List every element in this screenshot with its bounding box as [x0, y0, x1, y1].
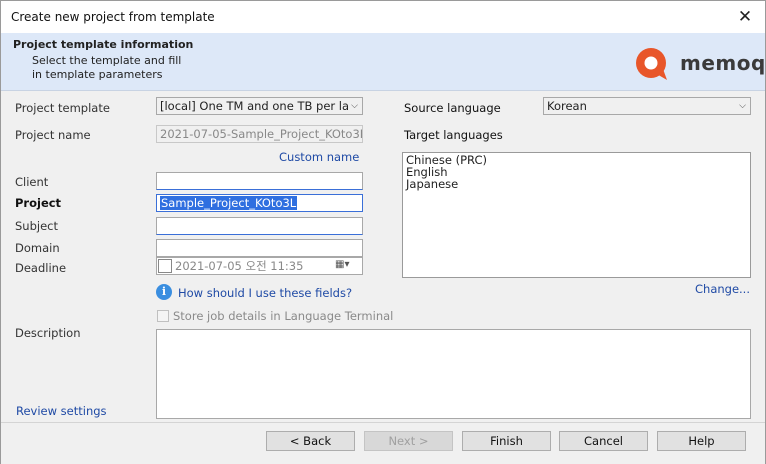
project-label: Project [15, 196, 62, 210]
header-subtitle: Select the template and fill in template… [32, 54, 232, 82]
target-languages-list[interactable]: Chinese (PRC) English Japanese [402, 152, 751, 278]
subject-label: Subject [15, 219, 58, 233]
client-field[interactable] [156, 172, 363, 190]
cancel-button[interactable]: Cancel [559, 431, 648, 451]
description-textarea[interactable] [156, 329, 751, 419]
deadline-field[interactable]: 2021-07-05 오전 11:35 [156, 257, 363, 275]
project-template-select[interactable]: [local] One TM and one TB per la ⌵ [156, 97, 363, 115]
change-languages-link[interactable]: Change... [695, 282, 750, 296]
chevron-down-icon: ⌵ [351, 101, 358, 111]
target-languages-label: Target languages [404, 128, 503, 142]
project-field-value: Sample_Project_KOto3L [160, 196, 298, 210]
header-subtitle-line2: in template parameters [32, 68, 163, 81]
client-label: Client [15, 175, 49, 189]
source-language-select[interactable]: Korean ⌵ [543, 97, 751, 115]
deadline-value: 2021-07-05 오전 11:35 [175, 259, 304, 273]
project-field[interactable]: Sample_Project_KOto3L [156, 194, 363, 212]
info-icon: i [156, 284, 172, 300]
close-icon[interactable]: ✕ [731, 5, 759, 29]
list-item[interactable]: Chinese (PRC) [406, 154, 747, 166]
custom-name-link[interactable]: Custom name [279, 150, 359, 164]
domain-field[interactable] [156, 239, 363, 257]
subject-field[interactable] [156, 217, 363, 235]
calendar-dropdown-icon[interactable]: ▦▾ [335, 259, 349, 270]
source-language-label: Source language [404, 101, 501, 115]
project-name-label: Project name [15, 128, 91, 142]
review-settings-link[interactable]: Review settings [16, 404, 107, 418]
chevron-down-icon: ⌵ [739, 101, 746, 111]
list-item[interactable]: Japanese [406, 178, 747, 190]
memoq-logo-text: memoq [680, 51, 766, 75]
deadline-label: Deadline [15, 261, 67, 275]
project-template-label: Project template [15, 101, 110, 115]
help-button[interactable]: Help [657, 431, 746, 451]
header-title: Project template information [13, 38, 194, 51]
title-bar: Create new project from template ✕ [1, 1, 765, 33]
memoq-logo-icon [636, 48, 667, 80]
help-fields-link[interactable]: How should I use these fields? [178, 286, 352, 300]
description-label: Description [15, 326, 81, 340]
back-button[interactable]: < Back [266, 431, 355, 451]
store-job-checkbox[interactable] [157, 310, 169, 322]
domain-label: Domain [15, 241, 60, 255]
next-button[interactable]: Next > [364, 431, 453, 451]
deadline-checkbox[interactable] [158, 259, 172, 273]
source-language-value: Korean [547, 99, 587, 113]
header-subtitle-line1: Select the template and fill [32, 54, 182, 67]
store-job-label: Store job details in Language Terminal [173, 309, 394, 323]
project-name-field: 2021-07-05-Sample_Project_KOto3L [156, 125, 363, 143]
finish-button[interactable]: Finish [462, 431, 551, 451]
window-title: Create new project from template [11, 10, 215, 24]
dialog-window: Create new project from template ✕ Proje… [0, 0, 766, 464]
project-template-value: [local] One TM and one TB per la [160, 99, 350, 113]
